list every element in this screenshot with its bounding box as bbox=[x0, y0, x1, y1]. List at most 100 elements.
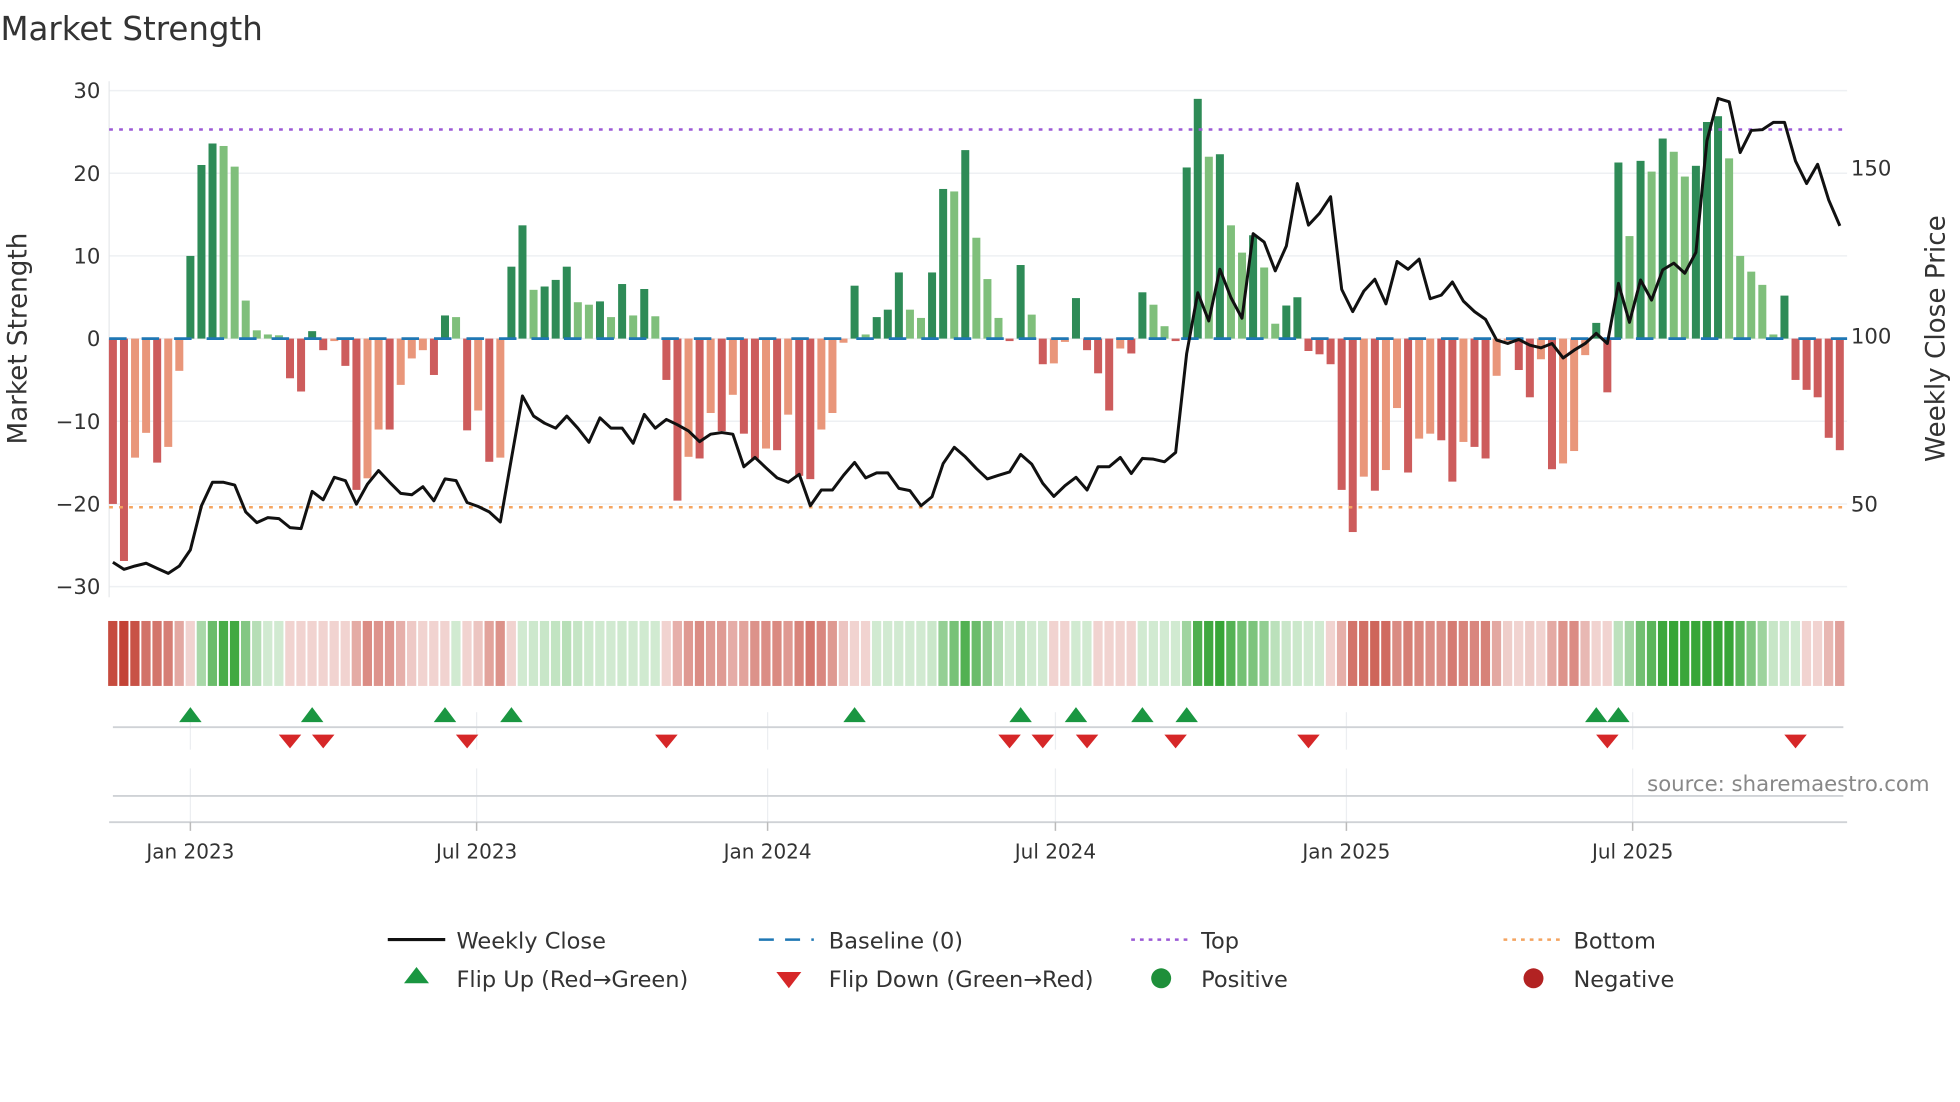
positive-bar bbox=[1027, 314, 1036, 339]
strip-cell bbox=[816, 620, 826, 686]
strip-cell bbox=[152, 620, 162, 686]
strip-cell bbox=[982, 620, 992, 686]
left-axis-label: Market Strength bbox=[4, 233, 34, 445]
negative-bar bbox=[1171, 338, 1180, 342]
negative-bar bbox=[1326, 338, 1335, 365]
strip-cell bbox=[1835, 620, 1845, 686]
positive-bar bbox=[1215, 154, 1224, 339]
negative-bar bbox=[1570, 338, 1579, 452]
strip-cell bbox=[1425, 620, 1435, 686]
positive-bar bbox=[186, 255, 195, 339]
strip-cell bbox=[650, 620, 660, 686]
positive-bar bbox=[595, 301, 604, 339]
strength-bars bbox=[108, 98, 1844, 561]
positive-bar bbox=[1260, 267, 1269, 339]
legend-item-top: Top bbox=[1131, 928, 1239, 954]
flip-down-marker bbox=[998, 734, 1021, 749]
x-tick-label: Jul 2025 bbox=[1590, 839, 1673, 863]
positive-bar bbox=[1160, 326, 1169, 339]
strip-cell bbox=[1779, 620, 1789, 686]
negative-bar bbox=[739, 338, 748, 434]
positive-bar bbox=[894, 272, 903, 339]
y-tick-label: 0 bbox=[87, 327, 101, 352]
strip-cell bbox=[351, 620, 361, 686]
positive-bar bbox=[241, 300, 250, 339]
strip-cell bbox=[1325, 620, 1336, 686]
legend-label: Baseline (0) bbox=[829, 928, 963, 954]
positive-bar bbox=[1271, 323, 1280, 339]
strip-cell bbox=[130, 620, 140, 686]
x-tick-label: Jul 2024 bbox=[1013, 839, 1096, 863]
negative-bar bbox=[1470, 338, 1479, 447]
regime-strip bbox=[108, 620, 1845, 686]
strip-cell bbox=[1237, 620, 1247, 686]
strip-cell bbox=[1093, 620, 1103, 686]
positive-bar bbox=[1016, 265, 1025, 339]
strip-cell bbox=[517, 620, 527, 686]
strip-cell bbox=[1447, 620, 1457, 686]
legend-label: Weekly Close bbox=[456, 928, 605, 954]
positive-bar bbox=[994, 317, 1003, 339]
flip-up-marker bbox=[843, 707, 866, 723]
strip-cell bbox=[1713, 620, 1723, 686]
strip-cell bbox=[716, 620, 727, 686]
strip-cell bbox=[1458, 620, 1468, 686]
negative-bar bbox=[1105, 338, 1114, 411]
strip-cell bbox=[1038, 620, 1048, 686]
negative-bar bbox=[1481, 338, 1490, 459]
legend-item-baseline: Baseline (0) bbox=[758, 928, 963, 954]
strip-cell bbox=[628, 620, 638, 686]
positive-bar bbox=[1636, 160, 1645, 339]
y2-tick-label: 50 bbox=[1851, 493, 1878, 518]
positive-bar bbox=[961, 150, 970, 339]
negative-bar bbox=[684, 338, 693, 457]
flip-up-marker bbox=[179, 707, 202, 723]
strip-cell bbox=[1314, 620, 1325, 686]
strip-cell bbox=[1624, 620, 1634, 686]
strip-cell bbox=[484, 620, 494, 686]
strip-cell bbox=[783, 620, 793, 686]
positive-bar bbox=[529, 289, 538, 339]
strip-cell bbox=[1392, 620, 1402, 686]
strip-cell bbox=[539, 620, 550, 686]
chart-title: Market Strength bbox=[0, 10, 262, 48]
negative-bar bbox=[795, 338, 804, 476]
negative-bar bbox=[828, 338, 837, 414]
strip-cell bbox=[429, 620, 439, 686]
negative-bar bbox=[131, 338, 140, 458]
strip-cell bbox=[1823, 620, 1834, 686]
positive-bar bbox=[1614, 162, 1623, 339]
negative-bar bbox=[1116, 338, 1125, 349]
legend-label: Top bbox=[1200, 928, 1239, 954]
flip-up-marker bbox=[500, 707, 523, 723]
strip-cell bbox=[927, 620, 937, 686]
negative-bar bbox=[706, 338, 715, 414]
strip-cell bbox=[240, 620, 251, 686]
positive-bar bbox=[1282, 305, 1291, 339]
strip-cell bbox=[329, 620, 339, 686]
negative-bar bbox=[1404, 338, 1413, 473]
positive-bar bbox=[983, 279, 992, 339]
strip-cell bbox=[1691, 620, 1701, 686]
negative-bar bbox=[142, 338, 151, 433]
strip-cell bbox=[1680, 620, 1690, 686]
y-tick-label: 10 bbox=[73, 244, 100, 269]
positive-bar bbox=[1658, 138, 1667, 339]
strip-cell bbox=[827, 620, 837, 686]
negative-bar bbox=[1437, 338, 1446, 441]
strip-cell bbox=[1204, 620, 1214, 686]
negative-bar bbox=[1337, 338, 1346, 490]
positive-bar bbox=[629, 315, 638, 339]
strip-cell bbox=[1148, 620, 1158, 686]
strip-cell bbox=[750, 620, 760, 686]
flip-up-marker bbox=[1585, 707, 1608, 723]
strip-cell bbox=[1558, 620, 1568, 686]
strip-cell bbox=[672, 620, 682, 686]
negative-bar bbox=[662, 338, 671, 380]
negative-bar bbox=[119, 338, 128, 561]
positive-bar bbox=[219, 145, 228, 339]
negative-bar bbox=[1127, 338, 1136, 354]
positive-bar bbox=[518, 225, 527, 339]
negative-bar bbox=[341, 338, 350, 366]
negative-bar bbox=[1304, 338, 1313, 351]
